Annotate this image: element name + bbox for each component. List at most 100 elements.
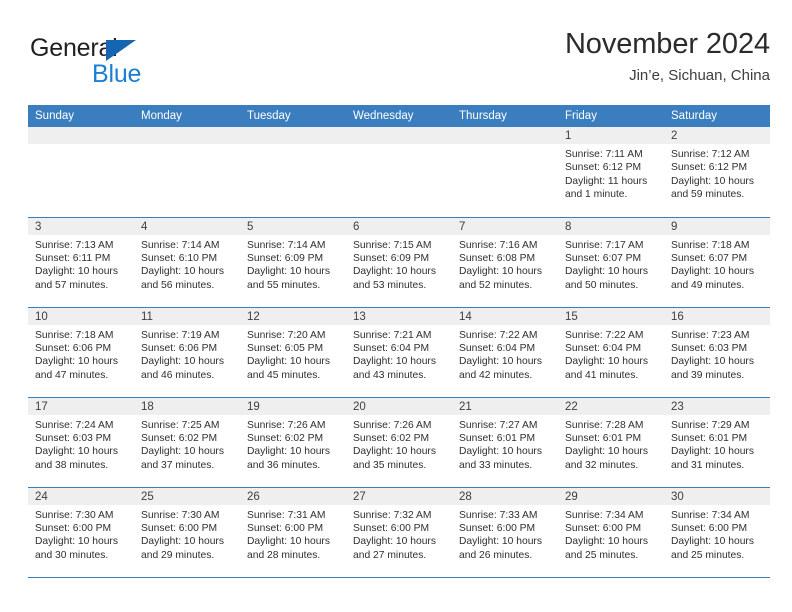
day-details: Sunrise: 7:34 AM Sunset: 6:00 PM Daylight:… — [664, 505, 770, 563]
daylight-text-line2: and 59 minutes. — [671, 189, 745, 201]
day-cell-inner: 2 Sunrise: 7:12 AM Sunset: 6:12 PM Daylight… — [664, 127, 770, 217]
daylight-text-line1: Daylight: 10 hours — [141, 536, 224, 548]
day-cell-inner: 22 Sunrise: 7:28 AM Sunset: 6:01 PM Dayligh… — [558, 397, 664, 487]
sunset-text: Sunset: 6:00 PM — [565, 522, 642, 534]
daylight-text-line2: and 30 minutes. — [35, 549, 109, 561]
day-details: Sunrise: 7:32 AM Sunset: 6:00 PM Daylight:… — [346, 505, 452, 563]
calendar-week-row: 3 Sunrise: 7:13 AM Sunset: 6:11 PM Daylight… — [28, 217, 770, 308]
day-cell-inner — [28, 127, 134, 217]
general-blue-logo[interactable]: General Blue — [30, 34, 240, 92]
daylight-text-line1: Daylight: 10 hours — [459, 266, 542, 278]
calendar-day-cell[interactable]: 20 Sunrise: 7:26 AM Sunset: 6:02 PM Dayligh… — [346, 397, 452, 488]
day-details: Sunrise: 7:20 AM Sunset: 6:05 PM Daylight:… — [240, 325, 346, 383]
calendar-day-cell-empty — [28, 127, 134, 218]
day-number — [240, 127, 346, 144]
calendar-week-row: 17 Sunrise: 7:24 AM Sunset: 6:03 PM Dayligh… — [28, 397, 770, 488]
calendar-day-cell[interactable]: 14 Sunrise: 7:22 AM Sunset: 6:04 PM Dayligh… — [452, 307, 558, 398]
day-cell-inner: 14 Sunrise: 7:22 AM Sunset: 6:04 PM Dayligh… — [452, 307, 558, 397]
calendar-day-cell[interactable]: 21 Sunrise: 7:27 AM Sunset: 6:01 PM Dayligh… — [452, 397, 558, 488]
calendar-day-cell[interactable]: 13 Sunrise: 7:21 AM Sunset: 6:04 PM Dayligh… — [346, 307, 452, 398]
daylight-text-line1: Daylight: 10 hours — [671, 446, 754, 458]
calendar-day-cell[interactable]: 22 Sunrise: 7:28 AM Sunset: 6:01 PM Dayligh… — [558, 397, 664, 488]
day-cell-inner: 6 Sunrise: 7:15 AM Sunset: 6:09 PM Daylight… — [346, 217, 452, 307]
day-details: Sunrise: 7:26 AM Sunset: 6:02 PM Daylight:… — [240, 415, 346, 473]
calendar-day-cell[interactable]: 16 Sunrise: 7:23 AM Sunset: 6:03 PM Dayligh… — [664, 307, 770, 398]
calendar-day-cell[interactable]: 17 Sunrise: 7:24 AM Sunset: 6:03 PM Dayligh… — [28, 397, 134, 488]
calendar-day-cell[interactable]: 6 Sunrise: 7:15 AM Sunset: 6:09 PM Daylight… — [346, 217, 452, 308]
calendar-day-cell[interactable]: 12 Sunrise: 7:20 AM Sunset: 6:05 PM Dayligh… — [240, 307, 346, 398]
day-cell-inner: 18 Sunrise: 7:25 AM Sunset: 6:02 PM Dayligh… — [134, 397, 240, 487]
sunrise-text: Sunrise: 7:16 AM — [459, 239, 538, 251]
day-details: Sunrise: 7:30 AM Sunset: 6:00 PM Daylight:… — [134, 505, 240, 563]
calendar-day-cell[interactable]: 8 Sunrise: 7:17 AM Sunset: 6:07 PM Daylight… — [558, 217, 664, 308]
day-cell-inner: 28 Sunrise: 7:33 AM Sunset: 6:00 PM Dayligh… — [452, 487, 558, 577]
day-cell-inner: 29 Sunrise: 7:34 AM Sunset: 6:00 PM Dayligh… — [558, 487, 664, 577]
sunrise-text: Sunrise: 7:30 AM — [141, 509, 220, 521]
calendar-day-cell[interactable]: 9 Sunrise: 7:18 AM Sunset: 6:07 PM Daylight… — [664, 217, 770, 308]
daylight-text-line2: and 53 minutes. — [353, 279, 427, 291]
day-details: Sunrise: 7:28 AM Sunset: 6:01 PM Daylight:… — [558, 415, 664, 473]
sunset-text: Sunset: 6:00 PM — [35, 522, 112, 534]
calendar-day-cell[interactable]: 3 Sunrise: 7:13 AM Sunset: 6:11 PM Daylight… — [28, 217, 134, 308]
sunset-text: Sunset: 6:03 PM — [35, 432, 112, 444]
day-cell-inner: 5 Sunrise: 7:14 AM Sunset: 6:09 PM Daylight… — [240, 217, 346, 307]
sunset-text: Sunset: 6:12 PM — [671, 162, 748, 174]
day-details: Sunrise: 7:21 AM Sunset: 6:04 PM Daylight:… — [346, 325, 452, 383]
calendar-day-cell[interactable]: 26 Sunrise: 7:31 AM Sunset: 6:00 PM Dayligh… — [240, 487, 346, 578]
daylight-text-line1: Daylight: 10 hours — [671, 356, 754, 368]
calendar-day-cell[interactable]: 10 Sunrise: 7:18 AM Sunset: 6:06 PM Dayligh… — [28, 307, 134, 398]
calendar-day-cell[interactable]: 11 Sunrise: 7:19 AM Sunset: 6:06 PM Dayligh… — [134, 307, 240, 398]
daylight-text-line1: Daylight: 10 hours — [35, 356, 118, 368]
day-number: 18 — [134, 397, 240, 415]
calendar-day-cell[interactable]: 15 Sunrise: 7:22 AM Sunset: 6:04 PM Dayligh… — [558, 307, 664, 398]
calendar-day-cell[interactable]: 19 Sunrise: 7:26 AM Sunset: 6:02 PM Dayligh… — [240, 397, 346, 488]
page-title: November 2024 — [564, 28, 770, 60]
calendar-day-cell[interactable]: 23 Sunrise: 7:29 AM Sunset: 6:01 PM Dayligh… — [664, 397, 770, 488]
day-number: 27 — [346, 487, 452, 505]
calendar-day-cell[interactable]: 18 Sunrise: 7:25 AM Sunset: 6:02 PM Dayligh… — [134, 397, 240, 488]
sunset-text: Sunset: 6:07 PM — [671, 252, 748, 264]
day-details: Sunrise: 7:16 AM Sunset: 6:08 PM Daylight:… — [452, 235, 558, 293]
calendar-day-cell[interactable]: 28 Sunrise: 7:33 AM Sunset: 6:00 PM Dayligh… — [452, 487, 558, 578]
daylight-text-line1: Daylight: 11 hours — [565, 175, 648, 187]
day-number: 5 — [240, 217, 346, 235]
calendar-day-cell[interactable]: 27 Sunrise: 7:32 AM Sunset: 6:00 PM Dayligh… — [346, 487, 452, 578]
day-details: Sunrise: 7:26 AM Sunset: 6:02 PM Daylight:… — [346, 415, 452, 473]
calendar-day-cell[interactable]: 7 Sunrise: 7:16 AM Sunset: 6:08 PM Daylight… — [452, 217, 558, 308]
daylight-text-line2: and 57 minutes. — [35, 279, 109, 291]
day-details: Sunrise: 7:18 AM Sunset: 6:07 PM Daylight:… — [664, 235, 770, 293]
day-cell-inner: 19 Sunrise: 7:26 AM Sunset: 6:02 PM Dayligh… — [240, 397, 346, 487]
sunrise-text: Sunrise: 7:21 AM — [353, 329, 432, 341]
daylight-text-line1: Daylight: 10 hours — [353, 536, 436, 548]
sunset-text: Sunset: 6:00 PM — [353, 522, 430, 534]
sunrise-text: Sunrise: 7:22 AM — [565, 329, 644, 341]
sunset-text: Sunset: 6:04 PM — [565, 342, 642, 354]
calendar-day-cell[interactable]: 29 Sunrise: 7:34 AM Sunset: 6:00 PM Dayligh… — [558, 487, 664, 578]
daylight-text-line2: and 42 minutes. — [459, 369, 533, 381]
day-number: 11 — [134, 307, 240, 325]
day-number: 16 — [664, 307, 770, 325]
day-number: 26 — [240, 487, 346, 505]
calendar-day-cell[interactable]: 24 Sunrise: 7:30 AM Sunset: 6:00 PM Dayligh… — [28, 487, 134, 578]
calendar-day-cell[interactable]: 30 Sunrise: 7:34 AM Sunset: 6:00 PM Dayligh… — [664, 487, 770, 578]
calendar-day-cell[interactable]: 25 Sunrise: 7:30 AM Sunset: 6:00 PM Dayligh… — [134, 487, 240, 578]
calendar-day-cell[interactable]: 4 Sunrise: 7:14 AM Sunset: 6:10 PM Daylight… — [134, 217, 240, 308]
daylight-text-line2: and 28 minutes. — [247, 549, 321, 561]
daylight-text-line1: Daylight: 10 hours — [247, 446, 330, 458]
calendar-day-cell[interactable]: 1 Sunrise: 7:11 AM Sunset: 6:12 PM Daylight… — [558, 127, 664, 218]
calendar-day-cell[interactable]: 5 Sunrise: 7:14 AM Sunset: 6:09 PM Daylight… — [240, 217, 346, 308]
daylight-text-line2: and 37 minutes. — [141, 459, 215, 471]
sunrise-text: Sunrise: 7:15 AM — [353, 239, 432, 251]
day-details: Sunrise: 7:14 AM Sunset: 6:10 PM Daylight:… — [134, 235, 240, 293]
daylight-text-line1: Daylight: 10 hours — [353, 446, 436, 458]
day-details: Sunrise: 7:23 AM Sunset: 6:03 PM Daylight:… — [664, 325, 770, 383]
sunrise-text: Sunrise: 7:30 AM — [35, 509, 114, 521]
sunset-text: Sunset: 6:03 PM — [671, 342, 748, 354]
day-details: Sunrise: 7:22 AM Sunset: 6:04 PM Daylight:… — [452, 325, 558, 383]
daylight-text-line2: and 1 minute. — [565, 189, 628, 201]
calendar-day-cell[interactable]: 2 Sunrise: 7:12 AM Sunset: 6:12 PM Daylight… — [664, 127, 770, 218]
sunrise-text: Sunrise: 7:14 AM — [247, 239, 326, 251]
calendar-day-cell-empty — [452, 127, 558, 218]
day-cell-inner: 25 Sunrise: 7:30 AM Sunset: 6:00 PM Dayligh… — [134, 487, 240, 577]
sunrise-text: Sunrise: 7:17 AM — [565, 239, 644, 251]
